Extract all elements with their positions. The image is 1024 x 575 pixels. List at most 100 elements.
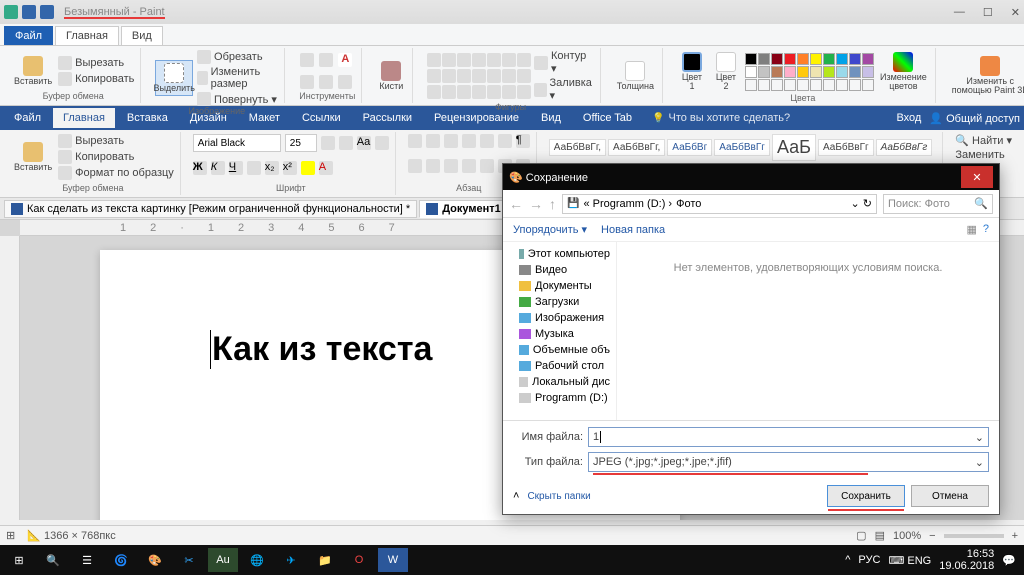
zoom-out-icon[interactable]: − bbox=[929, 530, 935, 542]
outline-button[interactable]: Контур ▾ bbox=[534, 50, 593, 75]
style-item[interactable]: АаБбВг bbox=[667, 139, 712, 156]
style-item[interactable]: АаБбВвГг bbox=[714, 139, 770, 156]
zoom-icon[interactable] bbox=[338, 75, 352, 89]
fill-button[interactable]: Заливка ▾ bbox=[534, 77, 593, 102]
maximize-icon[interactable]: ☐ bbox=[983, 6, 993, 19]
wtab-mailings[interactable]: Рассылки bbox=[353, 108, 422, 128]
style-item[interactable]: АаБбВвГг, bbox=[549, 139, 606, 156]
view-print-icon[interactable]: ▢ bbox=[856, 529, 866, 542]
italic-icon[interactable]: К bbox=[211, 161, 225, 175]
align-center-icon[interactable] bbox=[426, 159, 440, 173]
explorer-icon[interactable]: 📁 bbox=[310, 548, 340, 572]
tab-view[interactable]: Вид bbox=[121, 26, 163, 45]
view-web-icon[interactable]: ▤ bbox=[875, 529, 885, 542]
filetype-select[interactable]: JPEG (*.jpg;*.jpeg;*.jpe;*.jfif)⌄ bbox=[588, 452, 989, 472]
line-spacing-icon[interactable] bbox=[480, 159, 494, 173]
hide-folders-button[interactable]: Скрыть папки bbox=[527, 491, 590, 502]
color-palette[interactable] bbox=[745, 53, 874, 91]
back-icon[interactable]: ← bbox=[509, 196, 523, 212]
organize-button[interactable]: Упорядочить ▾ bbox=[513, 223, 587, 236]
bullets-icon[interactable] bbox=[408, 134, 422, 148]
resize-button[interactable]: Изменить размер bbox=[197, 66, 278, 90]
file-list[interactable]: Нет элементов, удовлетворяющих условиям … bbox=[617, 242, 999, 420]
app-icon[interactable]: 🎨 bbox=[140, 548, 170, 572]
cut-button[interactable]: Вырезать bbox=[58, 56, 134, 70]
search-input[interactable]: Поиск: Фото🔍 bbox=[883, 194, 993, 214]
help-icon[interactable]: ? bbox=[983, 223, 989, 236]
indent-icon[interactable] bbox=[480, 134, 494, 148]
opera-icon[interactable]: O bbox=[344, 548, 374, 572]
word-icon[interactable]: W bbox=[378, 548, 408, 572]
wtab-design[interactable]: Дизайн bbox=[180, 108, 237, 128]
notifications-icon[interactable]: 💬 bbox=[1002, 554, 1016, 567]
wtab-references[interactable]: Ссылки bbox=[292, 108, 351, 128]
forward-icon[interactable]: → bbox=[529, 196, 543, 212]
strike-icon[interactable] bbox=[247, 161, 261, 175]
wtab-officetab[interactable]: Office Tab bbox=[573, 108, 642, 128]
clear-format-icon[interactable] bbox=[375, 136, 389, 150]
font-color-icon[interactable]: A bbox=[319, 161, 333, 175]
tell-me-input[interactable]: 💡 Что вы хотите сделать? bbox=[652, 112, 790, 124]
highlight-icon[interactable] bbox=[301, 161, 315, 175]
word-paste-button[interactable]: Вставить bbox=[12, 140, 54, 174]
toggle-folders-icon[interactable]: ˄ bbox=[513, 490, 519, 502]
share-button[interactable]: 👤 Общий доступ bbox=[929, 112, 1020, 125]
format-painter-button[interactable]: Формат по образцу bbox=[58, 166, 174, 180]
copy-button[interactable]: Копировать bbox=[58, 72, 134, 86]
shrink-font-icon[interactable] bbox=[339, 136, 353, 150]
eraser-icon[interactable] bbox=[300, 75, 314, 89]
rotate-button[interactable]: Повернуть ▾ bbox=[197, 92, 278, 106]
sort-icon[interactable] bbox=[498, 134, 512, 148]
cancel-button[interactable]: Отмена bbox=[911, 485, 989, 507]
folder-tree[interactable]: Этот компьютер Видео Документы Загрузки … bbox=[503, 242, 617, 420]
paint3d-button[interactable]: Изменить с помощью Paint 3D bbox=[950, 54, 1024, 97]
text-icon[interactable]: A bbox=[338, 53, 352, 67]
clock-date[interactable]: 19.06.2018 bbox=[939, 560, 994, 572]
style-item[interactable]: АаБбВвГг bbox=[818, 139, 874, 156]
justify-icon[interactable] bbox=[462, 159, 476, 173]
tab-file[interactable]: Файл bbox=[4, 26, 53, 45]
font-name-select[interactable]: Arial Black bbox=[193, 134, 281, 152]
tab-home[interactable]: Главная bbox=[55, 26, 119, 45]
style-item[interactable]: АаБ bbox=[772, 134, 816, 161]
change-case-icon[interactable]: Aa bbox=[357, 136, 371, 150]
app-icon[interactable]: ✈ bbox=[276, 548, 306, 572]
word-cut-button[interactable]: Вырезать bbox=[58, 134, 174, 148]
thickness-button[interactable]: Толщина bbox=[615, 59, 656, 93]
align-left-icon[interactable] bbox=[408, 159, 422, 173]
doc-tab-1[interactable]: Как сделать из текста картинку [Режим ог… bbox=[4, 200, 417, 218]
picker-icon[interactable] bbox=[319, 75, 333, 89]
wtab-view[interactable]: Вид bbox=[531, 108, 571, 128]
clock-time[interactable]: 16:53 bbox=[939, 548, 994, 560]
search-icon[interactable]: 🔍 bbox=[38, 548, 68, 572]
dialog-close-button[interactable]: ✕ bbox=[961, 166, 993, 188]
find-button[interactable]: 🔍 Найти ▾ bbox=[955, 134, 1012, 147]
color2-button[interactable]: Цвет 2 bbox=[711, 50, 741, 93]
wtab-review[interactable]: Рецензирование bbox=[424, 108, 529, 128]
sup-icon[interactable]: x² bbox=[283, 161, 297, 175]
save-icon[interactable] bbox=[4, 5, 18, 19]
outdent-icon[interactable] bbox=[462, 134, 476, 148]
sub-icon[interactable]: x₂ bbox=[265, 161, 279, 175]
dialog-titlebar[interactable]: 🎨 Сохранение ✕ bbox=[503, 164, 999, 190]
zoom-level[interactable]: 100% bbox=[893, 530, 921, 542]
close-icon[interactable]: ✕ bbox=[1011, 6, 1020, 19]
multilevel-icon[interactable] bbox=[444, 134, 458, 148]
start-button[interactable]: ⊞ bbox=[4, 548, 34, 572]
replace-button[interactable]: Заменить bbox=[955, 149, 1012, 161]
zoom-slider[interactable] bbox=[944, 534, 1004, 538]
style-item[interactable]: АаБбВвГг, bbox=[608, 139, 665, 156]
ruler-vertical[interactable] bbox=[0, 236, 20, 520]
style-item[interactable]: АаБбВвГг bbox=[876, 139, 933, 156]
tray-chevron-icon[interactable]: ^ bbox=[845, 554, 850, 566]
app-icon[interactable]: Au bbox=[208, 548, 238, 572]
numbering-icon[interactable] bbox=[426, 134, 440, 148]
taskview-icon[interactable]: ☰ bbox=[72, 548, 102, 572]
app-icon[interactable]: 🌐 bbox=[242, 548, 272, 572]
minimize-icon[interactable]: — bbox=[954, 6, 965, 19]
app-icon[interactable]: ✂ bbox=[174, 548, 204, 572]
shapes-gallery[interactable] bbox=[427, 53, 530, 99]
bold-icon[interactable]: Ж bbox=[193, 161, 207, 175]
underline-icon[interactable]: Ч bbox=[229, 161, 243, 175]
pilcrow-icon[interactable]: ¶ bbox=[516, 134, 530, 148]
